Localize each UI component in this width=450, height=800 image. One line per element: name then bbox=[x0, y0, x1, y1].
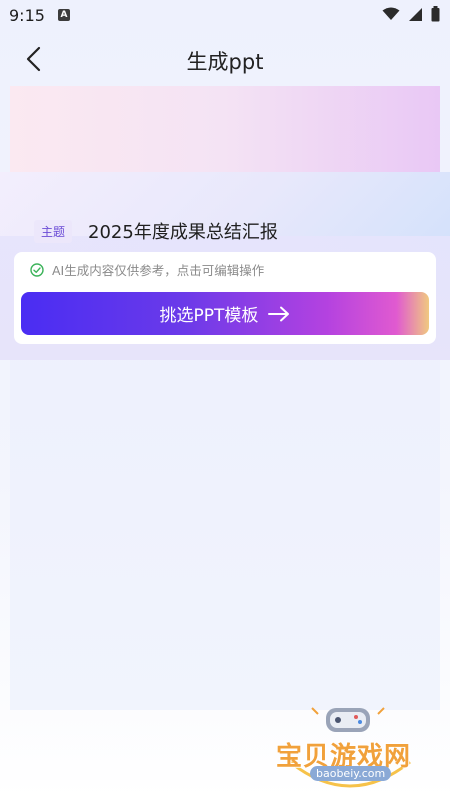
arrow-right-icon bbox=[268, 306, 290, 322]
signal-icon bbox=[409, 7, 422, 21]
battery-icon bbox=[431, 6, 440, 22]
screen: 9:15 A 生成ppt 主题 2025年度成果总结汇报 AI生成内容仅供参考，… bbox=[0, 0, 450, 800]
watermark-logo: 宝贝游戏网 baobeiy.com bbox=[270, 700, 430, 794]
choose-template-button[interactable]: 挑选PPT模板 bbox=[21, 292, 429, 335]
notification-badge: A bbox=[58, 9, 70, 21]
action-card: AI生成内容仅供参考，点击可编辑操作 挑选PPT模板 bbox=[14, 252, 436, 344]
status-bar: 9:15 A bbox=[0, 0, 450, 32]
wifi-icon bbox=[382, 7, 400, 20]
topic-row[interactable]: 主题 2025年度成果总结汇报 bbox=[34, 218, 278, 244]
choose-template-label: 挑选PPT模板 bbox=[159, 306, 259, 326]
check-circle-icon bbox=[30, 262, 44, 277]
disclaimer-text: AI生成内容仅供参考，点击可编辑操作 bbox=[52, 263, 265, 278]
topic-tag: 主题 bbox=[34, 219, 73, 243]
system-icons bbox=[382, 6, 440, 22]
topic-text[interactable]: 2025年度成果总结汇报 bbox=[88, 218, 278, 244]
status-time: 9:15 bbox=[9, 6, 45, 25]
decorative-banner bbox=[10, 86, 440, 174]
page-title: 生成ppt bbox=[186, 50, 264, 74]
disclaimer: AI生成内容仅供参考，点击可编辑操作 bbox=[30, 260, 264, 279]
watermark-url: baobeiy.com bbox=[310, 766, 392, 781]
app-header: 生成ppt bbox=[0, 32, 450, 86]
